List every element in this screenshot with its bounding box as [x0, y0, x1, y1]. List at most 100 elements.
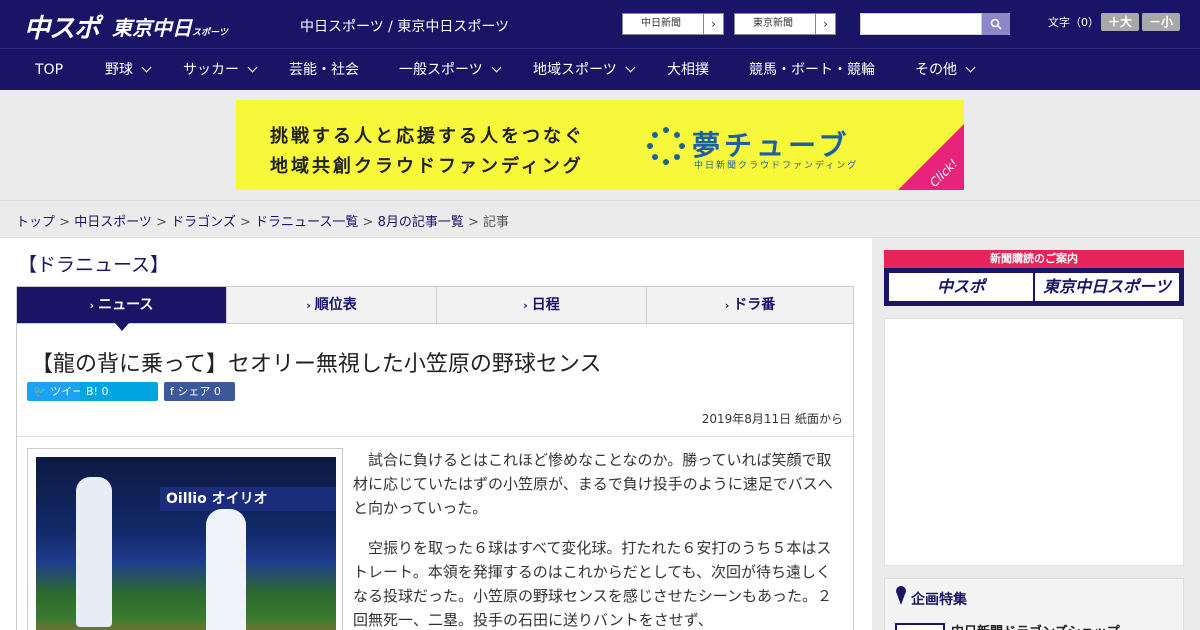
article: 【龍の背に乗って】セオリー無視した小笠原の野球センス 🐦 ツイート B! 0 f… [16, 324, 854, 630]
tab-label: 日程 [531, 297, 560, 313]
feature-thumbnail[interactable] [895, 623, 945, 630]
tab-news[interactable]: › ニュース [17, 287, 227, 331]
top-header: 中スポ 東京中日スポーツ 中日スポーツ / 東京中日スポーツ 中日新聞 › 東京… [0, 0, 1200, 48]
player-figure [206, 509, 246, 630]
news-tabs: › ニュース › 順位表 › 日程 › ドラ番 [16, 286, 854, 331]
ribbon-icon [896, 586, 906, 605]
nav-label: サッカー [183, 62, 239, 78]
banner-area: 挑戦する人と応援する人をつなぐ 地域共創クラウドファンディング 夢チューブ 中日… [0, 90, 1200, 200]
article-body: 試合に負けるとはこれほど惨めなことなのか。勝っていれば笑顔で取材に応じていたはず… [353, 448, 833, 630]
chevron-down-icon [141, 62, 152, 73]
banner-click-label: Click! [926, 156, 961, 190]
main-nav: TOP 野球 サッカー 芸能・社会 一般スポーツ 地域スポーツ 大相撲 競馬・ボ… [0, 48, 1200, 90]
site-logo[interactable]: 中スポ 東京中日スポーツ [24, 8, 228, 45]
site-names: 中日スポーツ / 東京中日スポーツ [300, 19, 510, 35]
nav-item-local-sports[interactable]: 地域スポーツ [533, 49, 636, 91]
nav-label: 野球 [105, 62, 133, 78]
nav-label: 大相撲 [667, 62, 709, 78]
section-title: 【ドラニュース】 [18, 254, 170, 276]
breadcrumb-link[interactable]: ドラニュース一覧 [255, 215, 358, 230]
banner-brand-sub: 中日新聞クラウドファンディング [694, 161, 859, 171]
search-input[interactable] [860, 13, 982, 35]
font-increase-button[interactable]: ＋大 [1101, 13, 1139, 31]
hatena-bookmark-button[interactable]: B! 0 [80, 382, 158, 401]
chevron-right-icon: › [89, 299, 95, 312]
tab-schedule[interactable]: › 日程 [437, 287, 647, 323]
chevron-down-icon [247, 62, 258, 73]
nav-label: 芸能・社会 [289, 62, 359, 78]
banner-line2: 地域共創クラウドファンディング [270, 156, 584, 177]
banner-line1: 挑戦する人と応援する人をつなぐ [270, 126, 585, 147]
chevron-right-icon: › [815, 14, 835, 34]
breadcrumb: トップ > 中日スポーツ > ドラゴンズ > ドラニュース一覧 > 8月の記事一… [16, 215, 510, 230]
article-paragraph: 空振りを取った６球はすべて変化球。打たれた６安打のうち５本はストレート。本領を発… [353, 539, 832, 629]
nav-label: その他 [915, 62, 957, 78]
divider [17, 436, 853, 437]
nav-item-entertainment[interactable]: 芸能・社会 [289, 49, 359, 91]
tab-dora-ban[interactable]: › ドラ番 [647, 287, 853, 323]
banner-click-corner[interactable]: Click! [898, 124, 964, 190]
chevron-right-icon: › [306, 299, 311, 312]
logo-tokyo-text: 東京中日 [112, 16, 192, 40]
search-icon [990, 18, 1002, 30]
feature-title: 企画特集 [911, 592, 967, 608]
nav-item-racing[interactable]: 競馬・ボート・競輪 [749, 49, 875, 91]
nav-item-general-sports[interactable]: 一般スポーツ [399, 49, 502, 91]
breadcrumb-bar: トップ > 中日スポーツ > ドラゴンズ > ドラニュース一覧 > 8月の記事一… [0, 200, 1200, 238]
breadcrumb-link[interactable]: ドラゴンズ [171, 215, 236, 230]
chevron-down-icon [625, 62, 636, 73]
chunichi-shimbun-button[interactable]: 中日新聞 › [622, 13, 724, 35]
logo-tokyo-small: スポーツ [192, 28, 228, 38]
subscription-box: 新聞購読のご案内 中スポ 東京中日スポーツ [884, 250, 1184, 306]
logo-chuspo[interactable]: 中スポ [24, 14, 100, 44]
tab-standings[interactable]: › 順位表 [227, 287, 437, 323]
chevron-right-icon: › [523, 299, 528, 312]
nav-label: 競馬・ボート・競輪 [749, 62, 875, 78]
breadcrumb-current: 記事 [483, 215, 510, 230]
subscribe-chuspo-button[interactable]: 中スポ [888, 272, 1034, 302]
subscription-title: 新聞購読のご案内 [884, 250, 1184, 268]
nav-item-sumo[interactable]: 大相撲 [667, 49, 709, 91]
dots-logo-icon [647, 127, 685, 165]
nav-item-baseball[interactable]: 野球 [105, 49, 152, 91]
search-button[interactable] [982, 13, 1010, 35]
hatena-label: B! 0 [86, 385, 109, 398]
nav-item-top[interactable]: TOP [35, 49, 63, 91]
chevron-right-icon: › [703, 14, 723, 34]
chevron-down-icon [491, 62, 502, 73]
twitter-icon: 🐦 [33, 385, 51, 398]
tab-label: ドラ番 [733, 297, 776, 313]
nav-label: 地域スポーツ [533, 62, 617, 78]
feature-item-link[interactable]: 中日新聞ドラゴンズショップ [951, 621, 1120, 630]
tab-label: ニュース [98, 297, 154, 313]
crowdfunding-banner[interactable]: 挑戦する人と応援する人をつなぐ 地域共創クラウドファンディング 夢チューブ 中日… [236, 100, 964, 190]
stadium-sign: Oillio オイリオ [160, 487, 336, 511]
subscribe-tokyo-chunichi-button[interactable]: 東京中日スポーツ [1034, 272, 1180, 302]
tokyo-shimbun-button[interactable]: 東京新聞 › [734, 13, 836, 35]
article-headline: 【龍の背に乗って】セオリー無視した小笠原の野球センス [31, 352, 602, 377]
article-date: 2019年8月11日 紙面から [701, 412, 843, 426]
player-figure [76, 477, 112, 627]
chevron-down-icon [965, 62, 976, 73]
font-decrease-button[interactable]: －小 [1142, 13, 1180, 31]
tab-label: 順位表 [314, 297, 357, 313]
breadcrumb-link[interactable]: 8月の記事一覧 [378, 215, 464, 230]
breadcrumb-link[interactable]: トップ [16, 215, 55, 230]
feature-box: 企画特集 中日新聞ドラゴンズショップ [884, 578, 1184, 630]
chevron-right-icon: › [724, 299, 730, 312]
breadcrumb-link[interactable]: 中日スポーツ [74, 215, 152, 230]
chunichi-shimbun-label: 中日新聞 [641, 18, 681, 29]
logo-tokyo-chunichi[interactable]: 東京中日スポーツ [112, 12, 228, 41]
font-size-label: 文字（0） [1048, 16, 1099, 29]
facebook-share-button[interactable]: f シェア 0 [164, 382, 235, 401]
article-photo[interactable]: Oillio オイリオ [36, 457, 336, 630]
tokyo-shimbun-label: 東京新聞 [753, 18, 793, 29]
nav-label: 一般スポーツ [399, 62, 483, 78]
nav-item-soccer[interactable]: サッカー [183, 49, 258, 91]
nav-item-other[interactable]: その他 [915, 49, 976, 91]
article-paragraph: 試合に負けるとはこれほど惨めなことなのか。勝っていれば笑顔で取材に応じていたはず… [353, 451, 833, 517]
facebook-label: シェア 0 [177, 385, 221, 398]
sidebar-ad[interactable] [884, 318, 1184, 566]
nav-label: TOP [35, 62, 64, 78]
article-photo-frame: Oillio オイリオ [27, 448, 343, 630]
